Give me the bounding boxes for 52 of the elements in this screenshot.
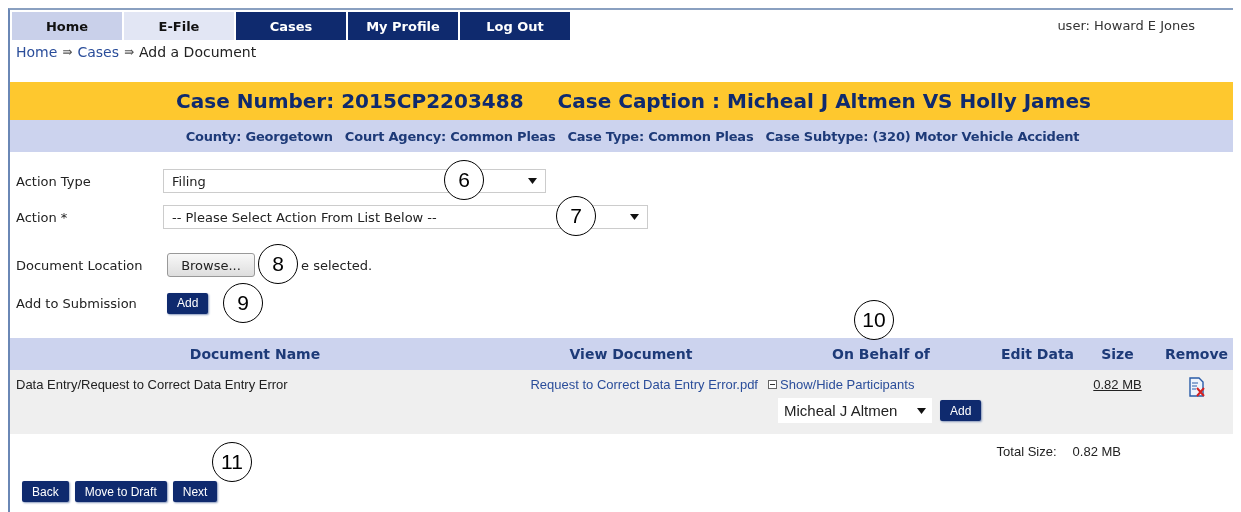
breadcrumb-link[interactable]: Home xyxy=(16,44,58,60)
nav-tab[interactable]: Log Out xyxy=(460,12,570,40)
browse-button[interactable]: Browse... xyxy=(167,253,255,277)
callout-number: 6 xyxy=(444,160,484,200)
column-header: Document Name xyxy=(188,346,322,362)
field-label: Document Location xyxy=(16,257,144,273)
column-header: Edit Data xyxy=(1000,346,1075,362)
case-detail: Case Subtype: (320) Motor Vehicle Accident xyxy=(765,128,1080,144)
document-link[interactable]: Request to Correct Data Entry Error.pdf xyxy=(500,377,762,392)
total-size-value: 0.82 MB xyxy=(1072,444,1121,459)
caret-icon xyxy=(528,178,537,184)
case-number: Case Number: 2015CP2203488 xyxy=(176,89,524,113)
callout-number: 11 xyxy=(212,442,252,482)
footer-button[interactable]: Next xyxy=(172,481,218,502)
collapse-icon xyxy=(768,380,777,389)
participant-select[interactable]: Micheal J Altmen xyxy=(778,398,932,423)
column-header: On Behalf of xyxy=(831,346,931,362)
total-size-label: Total Size: xyxy=(996,444,1057,459)
add-participant-button[interactable]: Add xyxy=(940,400,982,421)
field-label: Add to Submission xyxy=(16,295,138,311)
case-detail: Case Type: Common Pleas xyxy=(567,128,754,144)
nav-tab[interactable]: Cases xyxy=(236,12,346,40)
remove-document-icon[interactable] xyxy=(1187,377,1206,397)
column-header: Size xyxy=(1100,346,1135,362)
caret-icon xyxy=(917,407,926,414)
column-header: Remove xyxy=(1163,346,1230,362)
caret-icon xyxy=(630,214,639,220)
case-detail: County: Georgetown xyxy=(185,128,333,144)
callout-number: 10 xyxy=(854,300,894,340)
document-name: Data Entry/Request to Correct Data Entry Error xyxy=(15,377,289,392)
column-header: View Document xyxy=(568,346,694,362)
add-button[interactable]: Add xyxy=(167,292,209,314)
breadcrumb-separator: ⇛ xyxy=(123,45,135,59)
callout-number: 8 xyxy=(258,244,298,284)
file-size[interactable]: 0.82 MB xyxy=(1093,377,1142,392)
breadcrumb-link[interactable]: Cases xyxy=(77,44,119,60)
nav-tab[interactable]: E-File xyxy=(124,12,234,40)
nav-tab[interactable]: My Profile xyxy=(348,12,458,40)
case-caption: Case Caption : Micheal J Altmen VS Holly James xyxy=(557,89,1091,113)
field-label: Action * xyxy=(16,209,69,225)
field-label: Action Type xyxy=(16,173,92,189)
callout-number: 9 xyxy=(223,283,263,323)
footer-button[interactable]: Move to Draft xyxy=(74,481,167,502)
nav-tab[interactable]: Home xyxy=(12,12,122,40)
callout-number: 7 xyxy=(556,196,596,236)
footer-button[interactable]: Back xyxy=(22,481,69,502)
file-status: e selected. xyxy=(301,257,373,273)
user-name: user: Howard E Jones xyxy=(1057,17,1196,33)
case-detail: Court Agency: Common Pleas xyxy=(344,128,556,144)
breadcrumb-separator: ⇛ xyxy=(62,45,73,59)
breadcrumb-current: Add a Document xyxy=(139,44,257,60)
participants-toggle[interactable]: Show/Hide Participants xyxy=(768,377,915,392)
